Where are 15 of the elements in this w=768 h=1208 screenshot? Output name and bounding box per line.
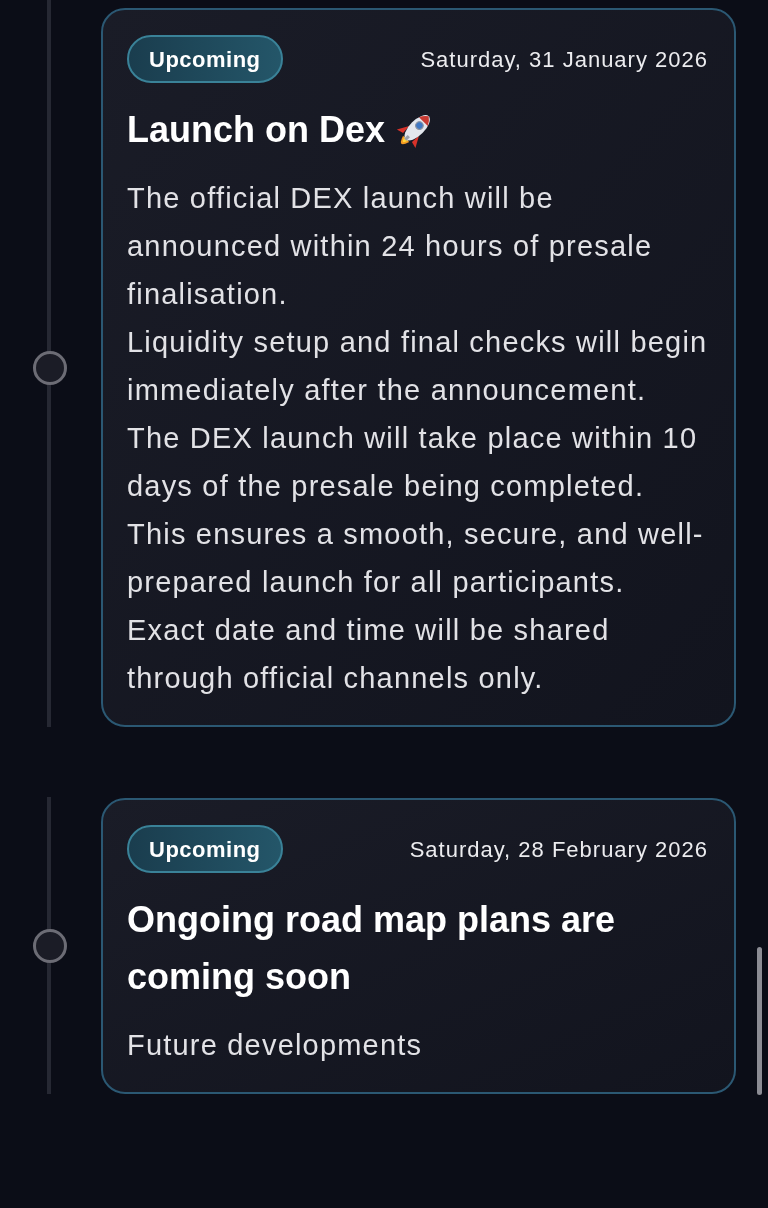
timeline-node-icon — [33, 929, 67, 963]
event-title: Ongoing road map plans are coming soon — [127, 898, 617, 999]
scrollbar[interactable] — [757, 947, 762, 1095]
status-badge: Upcoming — [127, 825, 283, 873]
description-paragraph: Future developments — [127, 1028, 424, 1063]
description-paragraph: Exact date and time will be shared through official channels only. — [127, 613, 611, 696]
event-date: Saturday, 31 January 2026 — [420, 45, 708, 74]
event-date: Saturday, 28 February 2026 — [409, 835, 708, 864]
description-paragraph: The DEX launch will take place within 10 days of the presale being completed. — [127, 421, 699, 504]
timeline-node-icon — [33, 350, 67, 385]
description-paragraph: This ensures a smooth, secure, and well-prepared launch for all participants. — [127, 517, 705, 600]
description-paragraph: Liquidity setup and final checks will begin immediately after the announcement. — [127, 325, 708, 408]
description-paragraph: The official DEX launch will be announced within 24 hours of presale finalisation. — [127, 181, 654, 312]
status-badge: Upcoming — [127, 35, 283, 83]
event-title: Launch on Dex — [127, 108, 386, 152]
